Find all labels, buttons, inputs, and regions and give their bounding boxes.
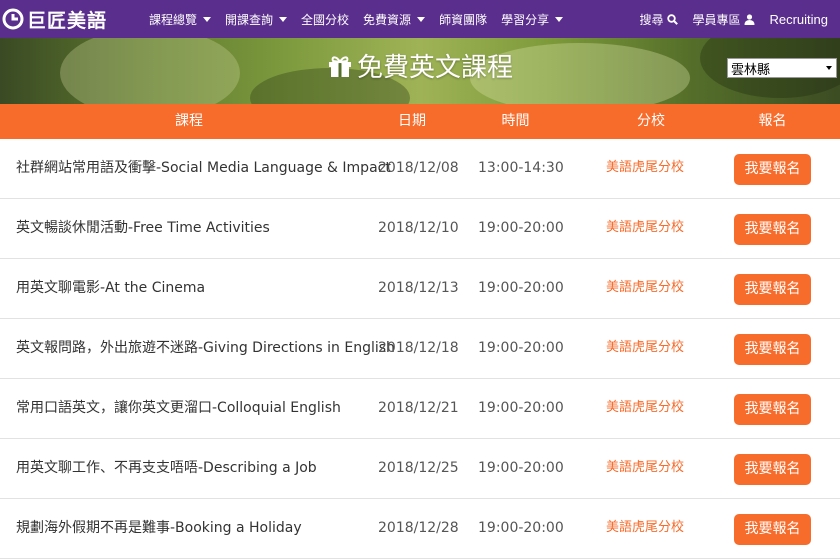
signup-button[interactable]: 我要報名: [734, 274, 811, 305]
logo-icon: [2, 8, 24, 30]
course-time: 19:00-20:00: [478, 520, 564, 536]
logo[interactable]: 巨匠美語: [0, 0, 140, 38]
table-header: 課程 日期 時間 分校 報名: [0, 104, 840, 139]
signup-button[interactable]: 我要報名: [734, 394, 811, 425]
course-date: 2018/12/18: [378, 340, 459, 356]
course-date: 2018/12/21: [378, 400, 459, 416]
user-icon: [744, 13, 755, 25]
course-branch[interactable]: 美語虎尾分校: [606, 499, 684, 559]
course-branch[interactable]: 美語虎尾分校: [606, 439, 684, 499]
caret-down-icon: [555, 16, 564, 22]
page-banner: 免費英文課程 雲林縣: [0, 38, 840, 104]
header-course: 課程: [175, 113, 203, 129]
member-area-link[interactable]: 學員專區: [692, 11, 755, 28]
gift-icon: [328, 55, 351, 77]
course-name: 英文報問路，外出旅遊不迷路-Giving Directions in Engli…: [16, 340, 395, 356]
logo-text: 巨匠美語: [27, 9, 108, 32]
course-branch[interactable]: 美語虎尾分校: [606, 139, 684, 199]
region-select[interactable]: 雲林縣: [727, 58, 837, 78]
course-time: 13:00-14:30: [478, 160, 564, 176]
course-name: 用英文聊工作、不再支支唔唔-Describing a Job: [16, 460, 317, 476]
header-links: 搜尋 學員專區 Recruiting: [639, 0, 840, 38]
course-date: 2018/12/08: [378, 160, 459, 176]
nav-menu-item[interactable]: 免費資源: [363, 11, 426, 28]
dropdown-arrow-icon: [826, 66, 832, 70]
header-date: 日期: [398, 113, 426, 129]
course-date: 2018/12/25: [378, 460, 459, 476]
course-branch[interactable]: 美語虎尾分校: [606, 259, 684, 319]
course-name: 用英文聊電影-At the Cinema: [16, 280, 206, 296]
signup-button[interactable]: 我要報名: [734, 214, 811, 245]
nav-menu-item[interactable]: 全國分校: [301, 11, 349, 28]
course-time: 19:00-20:00: [478, 340, 564, 356]
caret-down-icon: [203, 16, 212, 22]
table-row: 英文暢談休閒活動-Free Time Activities 2018/12/10 1…: [0, 199, 840, 259]
course-name: 規劃海外假期不再是難事-Booking a Holiday: [16, 520, 302, 536]
table-row: 常用口語英文，讓你英文更溜口-Colloquial English 2018/12…: [0, 379, 840, 439]
nav-menu-label: 課程總覽: [149, 12, 198, 27]
course-name: 社群網站常用語及衝擊-Social Media Language & Impac…: [16, 160, 391, 176]
course-date: 2018/12/28: [378, 520, 459, 536]
course-branch[interactable]: 美語虎尾分校: [606, 199, 684, 259]
course-time: 19:00-20:00: [478, 220, 564, 236]
caret-down-icon: [279, 16, 288, 22]
signup-button[interactable]: 我要報名: [734, 514, 811, 545]
course-branch[interactable]: 美語虎尾分校: [606, 319, 684, 379]
search-icon: [667, 13, 679, 25]
nav-menu-label: 學習分享: [501, 12, 550, 27]
region-select-value: 雲林縣: [731, 62, 771, 78]
nav-menu-item[interactable]: 師資團隊: [439, 11, 487, 28]
nav-menu-item[interactable]: 開課查詢: [225, 11, 288, 28]
course-time: 19:00-20:00: [478, 400, 564, 416]
course-time: 19:00-20:00: [478, 280, 564, 296]
course-time: 19:00-20:00: [478, 460, 564, 476]
course-date: 2018/12/13: [378, 280, 459, 296]
recruiting-link[interactable]: Recruiting: [769, 12, 828, 27]
header-branch: 分校: [637, 113, 665, 129]
table-row: 用英文聊電影-At the Cinema 2018/12/13 19:00-20:0…: [0, 259, 840, 319]
nav-menu-label: 全國分校: [301, 12, 350, 27]
course-branch[interactable]: 美語虎尾分校: [606, 379, 684, 439]
nav-menu-item[interactable]: 學習分享: [501, 11, 564, 28]
nav-menu-label: 開課查詢: [225, 12, 274, 27]
signup-button[interactable]: 我要報名: [734, 154, 811, 185]
caret-down-icon: [417, 16, 426, 22]
course-date: 2018/12/10: [378, 220, 459, 236]
nav-menu-label: 免費資源: [363, 12, 412, 27]
table-row: 用英文聊工作、不再支支唔唔-Describing a Job 2018/12/25…: [0, 439, 840, 499]
main-menu: 課程總覽 開課查詢 全國分校 免費資源 師資團隊 學習分享: [149, 11, 577, 28]
signup-button[interactable]: 我要報名: [734, 454, 811, 485]
header-signup: 報名: [758, 113, 787, 129]
search-label: 搜尋: [639, 12, 664, 27]
course-name: 常用口語英文，讓你英文更溜口-Colloquial English: [16, 400, 341, 416]
table-row: 規劃海外假期不再是難事-Booking a Holiday 2018/12/28 1…: [0, 499, 840, 559]
course-name: 英文暢談休閒活動-Free Time Activities: [16, 220, 270, 236]
page-title: 免費英文課程: [0, 47, 840, 84]
nav-menu-label: 師資團隊: [439, 12, 488, 27]
table-row: 社群網站常用語及衝擊-Social Media Language & Impac…: [0, 139, 840, 199]
nav-menu-item[interactable]: 課程總覽: [149, 11, 212, 28]
search-link[interactable]: 搜尋: [639, 11, 679, 28]
course-table-body: 社群網站常用語及衝擊-Social Media Language & Impac…: [0, 139, 840, 559]
signup-button[interactable]: 我要報名: [734, 334, 811, 365]
header-time: 時間: [501, 113, 530, 129]
page-title-text: 免費英文課程: [356, 53, 513, 83]
table-row: 英文報問路，外出旅遊不迷路-Giving Directions in Engli…: [0, 319, 840, 379]
member-label: 學員專區: [692, 12, 741, 27]
top-navbar: 巨匠美語 課程總覽 開課查詢 全國分校 免費資源 師資團隊 學習分享 搜尋 學員專區 Re…: [0, 0, 840, 38]
